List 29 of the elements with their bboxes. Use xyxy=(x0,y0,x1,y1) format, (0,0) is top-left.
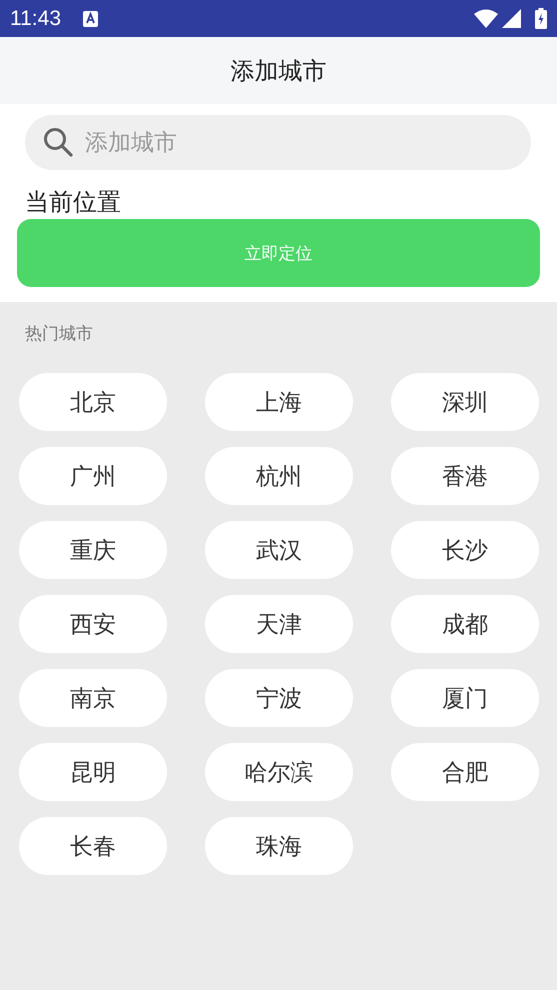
city-button[interactable]: 成都 xyxy=(391,595,539,653)
city-button[interactable]: 杭州 xyxy=(205,447,353,505)
city-button[interactable]: 昆明 xyxy=(19,743,167,801)
city-button[interactable]: 厦门 xyxy=(391,669,539,727)
search-icon xyxy=(43,127,73,157)
city-button[interactable]: 长沙 xyxy=(391,521,539,579)
city-button[interactable]: 哈尔滨 xyxy=(205,743,353,801)
search-field[interactable]: 添加城市 xyxy=(25,115,531,170)
city-button[interactable]: 武汉 xyxy=(205,521,353,579)
city-button[interactable]: 天津 xyxy=(205,595,353,653)
section-label: 热门城市 xyxy=(25,323,94,346)
city-button[interactable]: 香港 xyxy=(391,447,539,505)
city-button[interactable]: 重庆 xyxy=(19,521,167,579)
status-time: 11:43 xyxy=(10,6,61,30)
city-button[interactable]: 宁波 xyxy=(205,669,353,727)
page-title: 添加城市 xyxy=(230,56,326,86)
city-button[interactable]: 长春 xyxy=(19,817,167,875)
city-button[interactable]: 深圳 xyxy=(391,373,539,431)
city-button[interactable]: 上海 xyxy=(205,373,353,431)
wifi-icon xyxy=(474,9,498,28)
city-button[interactable]: 南京 xyxy=(19,669,167,727)
signal-icon xyxy=(502,9,521,28)
city-button[interactable]: 广州 xyxy=(19,447,167,505)
battery-icon xyxy=(535,8,547,29)
city-button[interactable]: 西安 xyxy=(19,595,167,653)
city-button[interactable]: 合肥 xyxy=(391,743,539,801)
city-button[interactable]: 珠海 xyxy=(205,817,353,875)
city-button[interactable]: 北京 xyxy=(19,373,167,431)
section-label: 当前位置 xyxy=(25,187,122,218)
